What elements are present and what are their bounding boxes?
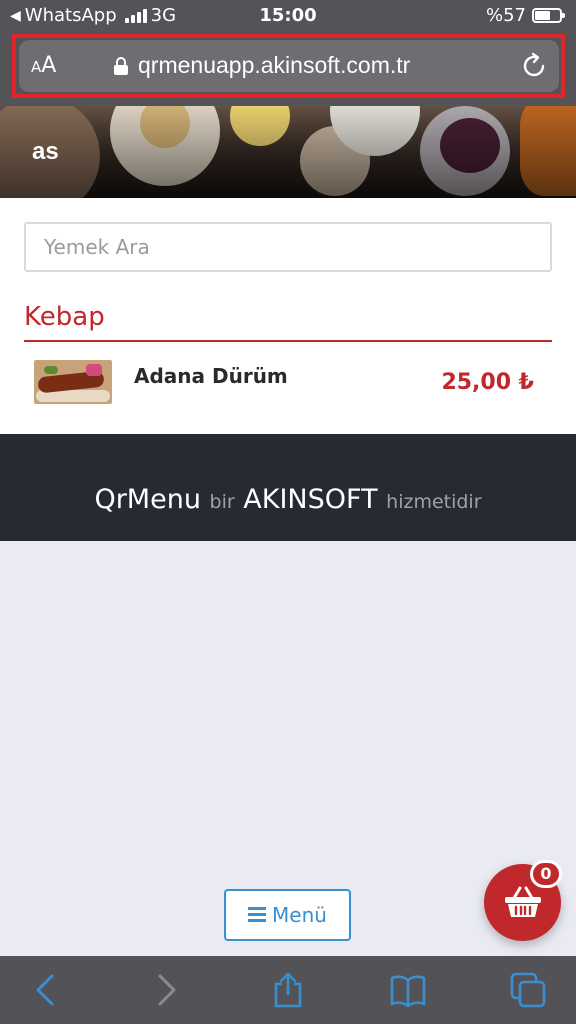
back-icon[interactable]: [28, 972, 64, 1008]
status-bar: ◀ WhatsApp 3G 15:00 %57: [0, 0, 576, 32]
url-text: qrmenuapp.akinsoft.com.tr: [138, 52, 411, 78]
address-field[interactable]: qrmenuapp.akinsoft.com.tr: [114, 52, 410, 79]
menu-item[interactable]: Adana Dürüm 25,00 ₺: [24, 356, 552, 412]
footer-brand-app: QrMenu: [94, 484, 201, 515]
menu-item-image: [34, 360, 112, 404]
menu-button[interactable]: Menü: [224, 889, 351, 941]
bookmarks-icon[interactable]: [390, 972, 426, 1008]
share-icon[interactable]: [270, 972, 306, 1008]
hero-banner: as: [0, 106, 576, 198]
battery-indicator: %57: [485, 5, 565, 26]
browser-top-bar: ◀ WhatsApp 3G 15:00 %57 AA qrmenuapp.aki…: [0, 0, 576, 106]
menu-item-name: Adana Dürüm: [134, 364, 288, 388]
menu-button-label: Menü: [272, 903, 327, 927]
battery-icon: [532, 8, 565, 23]
footer-brand-company: AKINSOFT: [243, 484, 378, 515]
footer-suffix: hizmetidir: [386, 491, 482, 513]
url-bar[interactable]: AA qrmenuapp.akinsoft.com.tr: [19, 40, 559, 92]
footer-connector: bir: [209, 491, 235, 513]
forward-icon[interactable]: [148, 972, 184, 1008]
reload-icon[interactable]: [519, 51, 549, 81]
category-divider: [24, 340, 552, 342]
text-size-button[interactable]: AA: [31, 53, 56, 78]
footer-banner: QrMenu bir AKINSOFT hizmetidir: [0, 434, 576, 541]
menu-item-price: 25,00 ₺: [441, 370, 534, 395]
browser-toolbar: [0, 956, 576, 1024]
battery-percent: %57: [485, 5, 526, 26]
lock-icon: [114, 56, 128, 75]
restaurant-title: as: [32, 138, 59, 165]
basket-icon: [505, 886, 541, 917]
hamburger-icon: [248, 907, 267, 923]
search-box[interactable]: [24, 222, 552, 272]
footer-text: QrMenu bir AKINSOFT hizmetidir: [0, 484, 576, 515]
menu-content: Kebap Adana Dürüm 25,00 ₺: [0, 198, 576, 434]
search-input[interactable]: [26, 224, 550, 270]
basket-count-badge: 0: [530, 860, 562, 888]
tabs-icon[interactable]: [510, 972, 546, 1008]
category-title: Kebap: [24, 302, 105, 332]
